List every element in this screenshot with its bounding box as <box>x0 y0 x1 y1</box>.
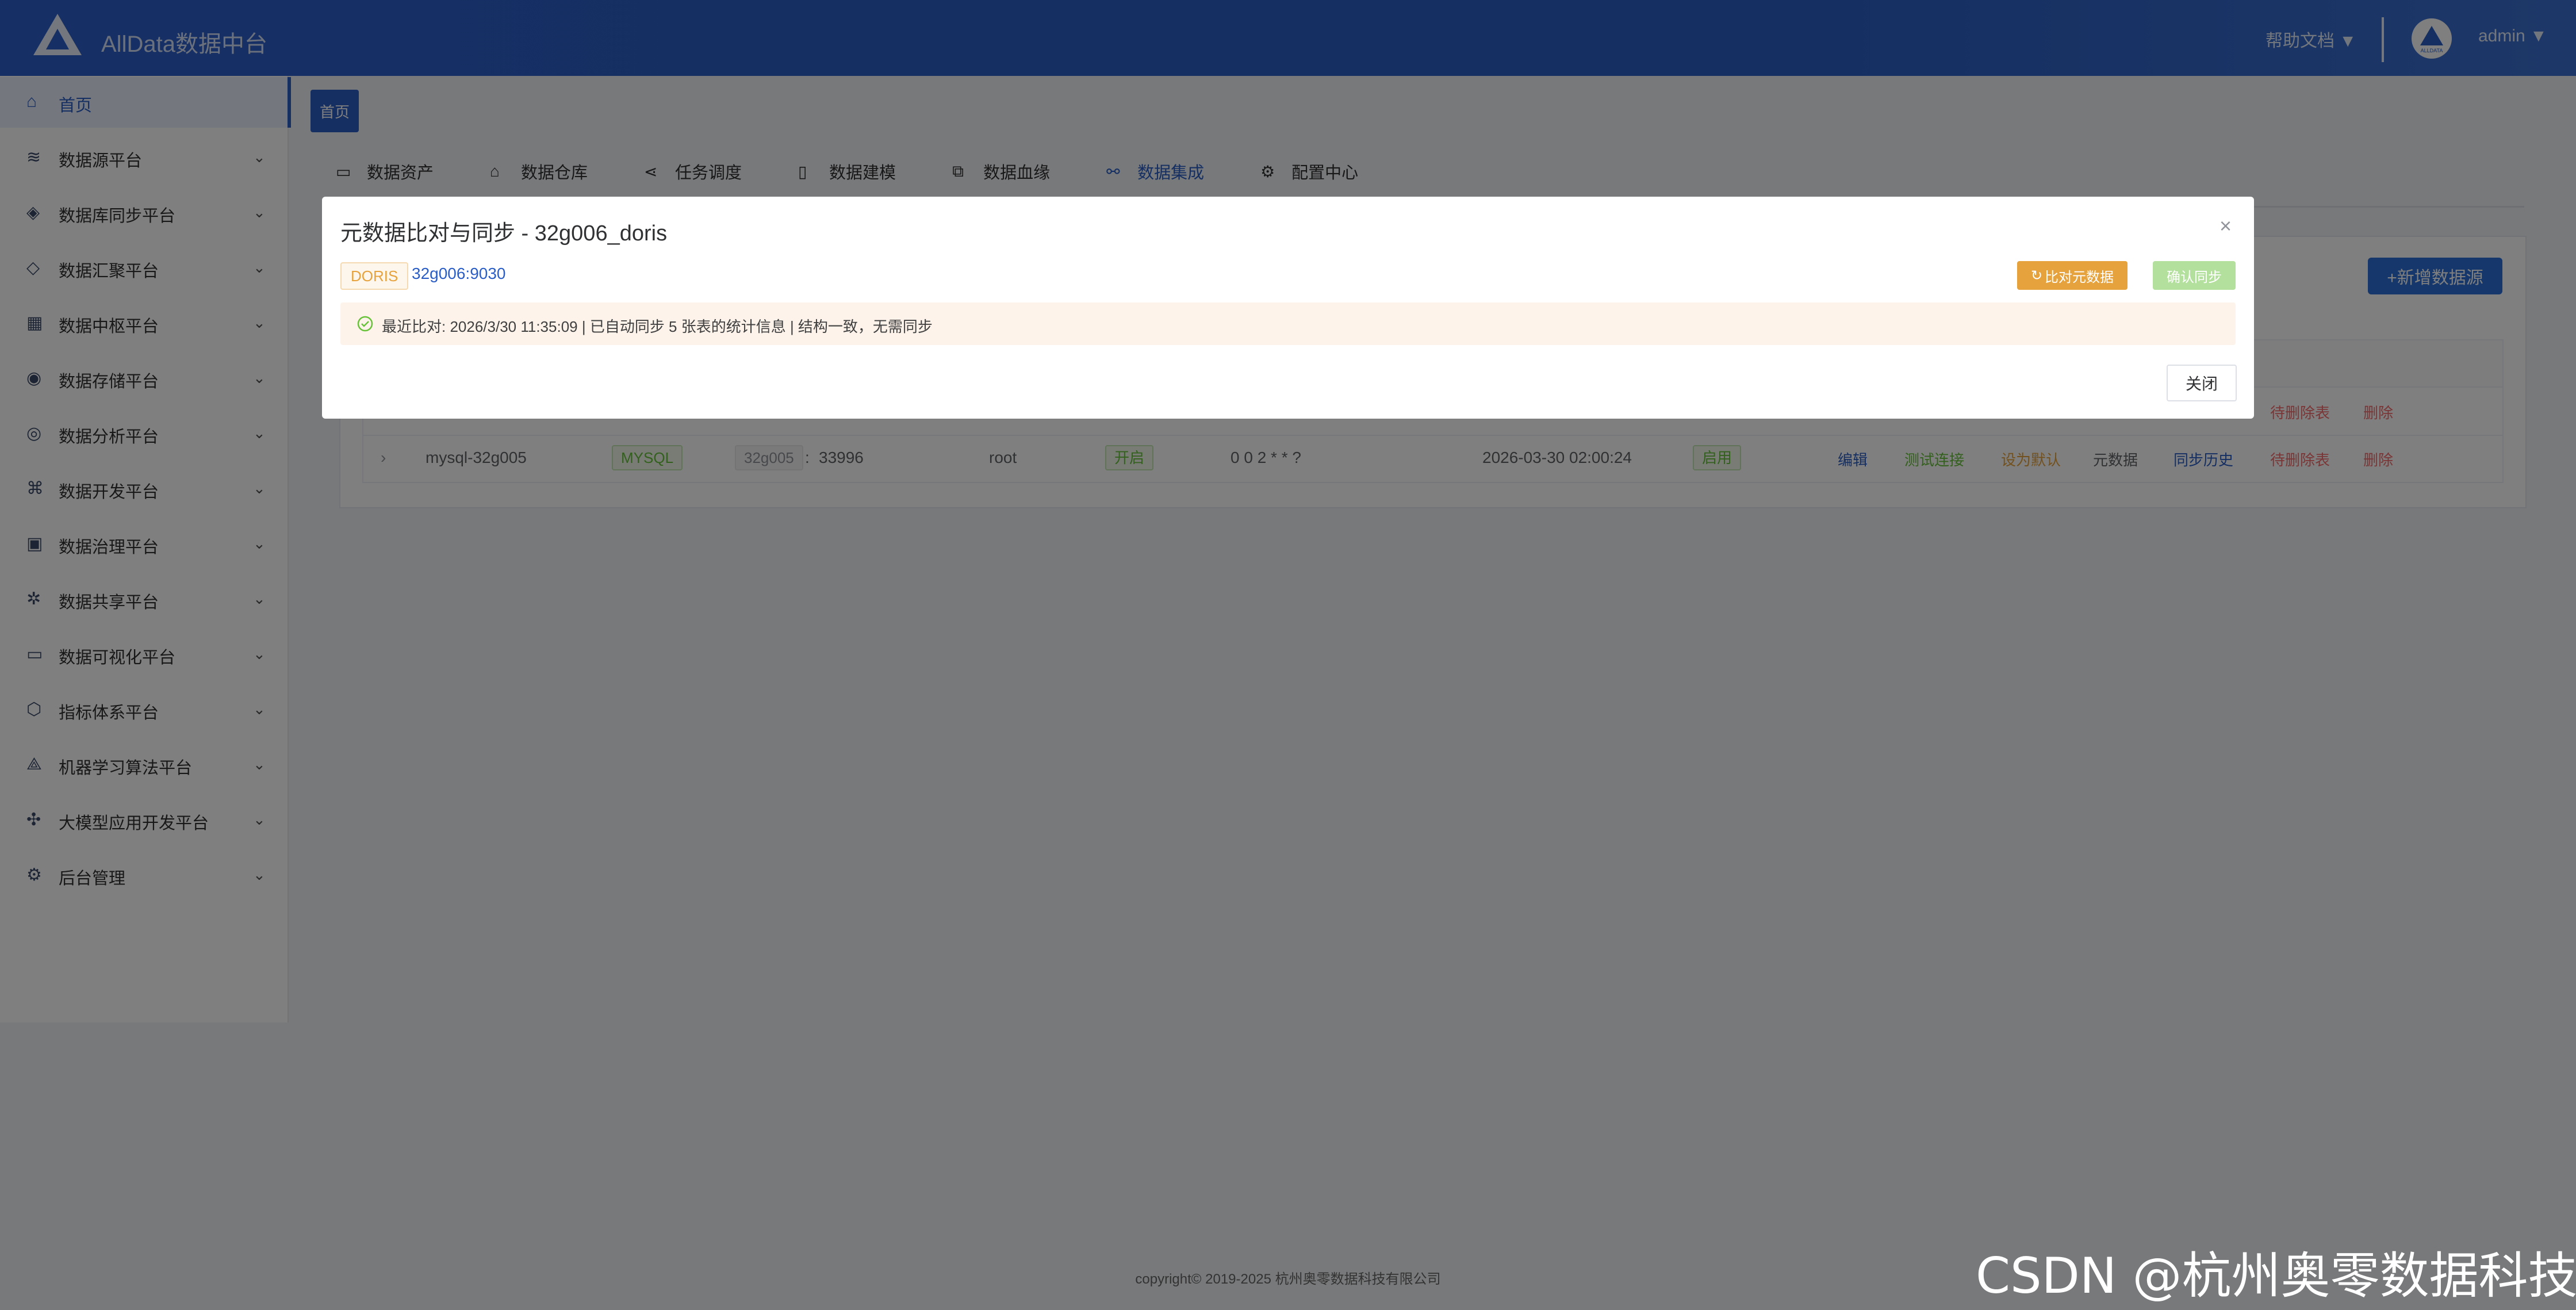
compare-result-alert: 最近比对: 2026/3/30 11:35:09 | 已自动同步 5 张表的统计… <box>340 302 2236 345</box>
metadata-sync-dialog: 元数据比对与同步 - 32g006_doris × DORIS 32g006:9… <box>322 197 2254 419</box>
compare-label: 比对元数据 <box>2045 269 2114 285</box>
db-type-badge: DORIS <box>340 262 409 290</box>
compare-metadata-button[interactable]: ↻ 比对元数据 <box>2017 261 2128 290</box>
watermark: CSDN @杭州奥零数据科技 <box>1976 1247 2576 1305</box>
datasource-host: 32g006:9030 <box>412 265 506 282</box>
refresh-icon: ↻ <box>2030 267 2043 284</box>
confirm-sync-button[interactable]: 确认同步 <box>2153 261 2236 290</box>
check-circle-icon <box>357 316 373 332</box>
close-button[interactable]: 关闭 <box>2167 365 2237 401</box>
dialog-title: 元数据比对与同步 - 32g006_doris <box>340 221 668 246</box>
alert-message: 最近比对: 2026/3/30 11:35:09 | 已自动同步 5 张表的统计… <box>382 318 933 335</box>
close-icon[interactable]: × <box>2220 214 2232 238</box>
